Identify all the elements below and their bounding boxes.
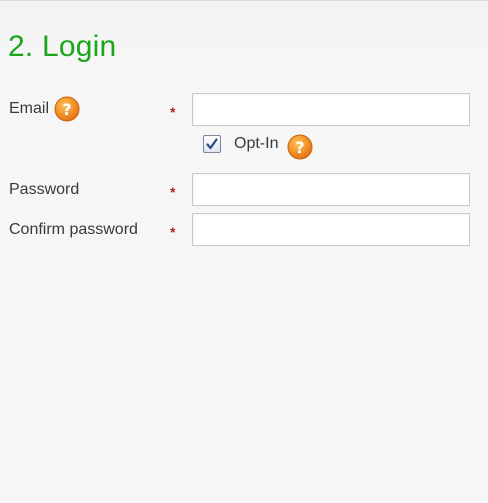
email-input[interactable] — [192, 93, 470, 126]
svg-text:?: ? — [295, 138, 304, 157]
checkmark-icon — [206, 138, 218, 150]
email-label: Email — [9, 100, 50, 117]
section-title: 2. Login — [8, 30, 117, 63]
opt-in-checkbox[interactable] — [203, 135, 221, 153]
opt-in-label: Opt-In — [234, 135, 279, 152]
opt-in-help-icon[interactable]: ? — [287, 134, 313, 160]
email-help-icon[interactable]: ? — [54, 96, 80, 122]
login-panel: 2. Login Email ? * Opt-In ? Password * C… — [0, 0, 488, 503]
confirm-password-input[interactable] — [192, 213, 470, 246]
password-input[interactable] — [192, 173, 470, 206]
password-label: Password — [9, 181, 80, 198]
confirm-password-label: Confirm password — [9, 221, 138, 238]
email-required-marker: * — [170, 104, 176, 120]
svg-text:?: ? — [62, 100, 71, 119]
password-required-marker: * — [170, 184, 176, 200]
confirm-password-required-marker: * — [170, 224, 176, 240]
